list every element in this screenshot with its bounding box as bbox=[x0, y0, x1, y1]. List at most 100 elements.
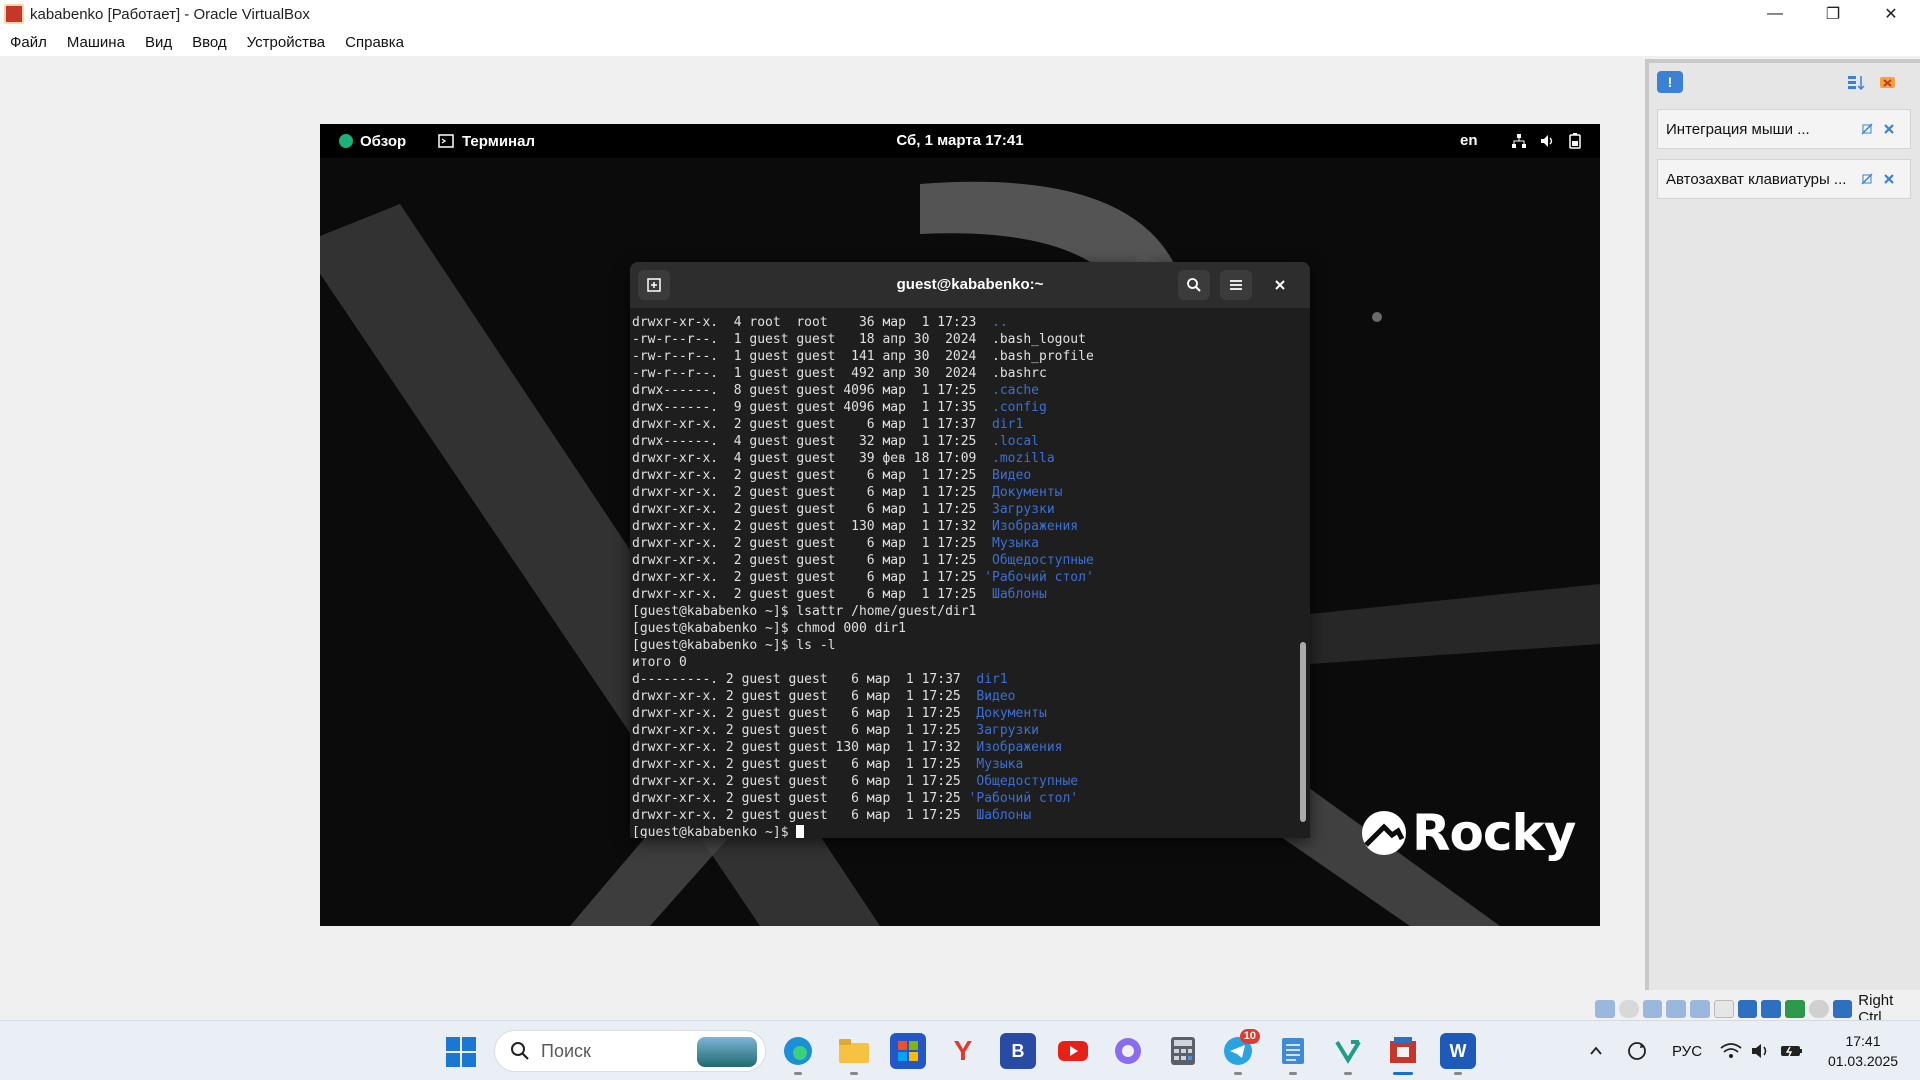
taskbar-store[interactable] bbox=[890, 1033, 926, 1069]
terminal-output[interactable]: drwxr-xr-x. 4 root root 36 мар 1 17:23 .… bbox=[630, 314, 1294, 838]
sort-notifications-icon[interactable] bbox=[1845, 73, 1867, 93]
taskbar-calculator[interactable] bbox=[1165, 1033, 1201, 1069]
cpu-indicator-icon[interactable] bbox=[1785, 1000, 1805, 1018]
terminal-dir-name: Документы bbox=[976, 706, 1047, 721]
close-notification-icon[interactable] bbox=[1878, 119, 1900, 139]
keyboard-layout[interactable]: en bbox=[1460, 124, 1478, 158]
hamburger-menu-icon bbox=[1230, 280, 1242, 290]
volume-icon[interactable] bbox=[1538, 132, 1556, 150]
volume-tray-icon[interactable] bbox=[1750, 1021, 1772, 1080]
terminal-line-text: drwxr-xr-x. 2 guest guest 6 мар 1 17:25 bbox=[632, 553, 993, 568]
taskbar-edge[interactable] bbox=[780, 1033, 816, 1075]
notification-keyboard-capture[interactable]: Автозахват клавиатуры ... bbox=[1657, 159, 1911, 199]
taskbar-virtualbox[interactable] bbox=[1385, 1033, 1421, 1075]
menu-help[interactable]: Справка bbox=[335, 34, 414, 51]
input-language[interactable]: РУС bbox=[1672, 1021, 1702, 1080]
store-icon bbox=[898, 1041, 918, 1061]
dismiss-all-icon[interactable] bbox=[1877, 73, 1899, 93]
terminal-line: drwxr-xr-x. 2 guest guest 6 мар 1 17:25 … bbox=[632, 705, 1294, 722]
close-icon bbox=[1275, 280, 1285, 290]
terminal-line: drwx------. 4 guest guest 32 мар 1 17:25… bbox=[632, 433, 1294, 450]
terminal-dir-name: Музыка bbox=[992, 536, 1039, 551]
terminal-line-text: drwxr-xr-x. 2 guest guest 6 мар 1 17:25 bbox=[632, 536, 993, 551]
terminal-line-text: drwxr-xr-x. 2 guest guest 6 мар 1 17:25 bbox=[632, 791, 969, 806]
minimize-button[interactable]: — bbox=[1746, 0, 1804, 28]
rocky-logo-icon bbox=[1362, 811, 1406, 855]
terminal-line-text: -rw-r--r--. 1 guest guest 492 апр 30 202… bbox=[632, 366, 1047, 381]
restore-button[interactable]: ❐ bbox=[1804, 0, 1862, 28]
show-hidden-icons-button[interactable] bbox=[1588, 1021, 1604, 1080]
usb-icon[interactable] bbox=[1690, 1000, 1710, 1018]
taskbar-youtube[interactable] bbox=[1055, 1033, 1091, 1069]
taskbar-file-explorer[interactable] bbox=[836, 1033, 872, 1075]
wifi-tray-icon[interactable] bbox=[1720, 1021, 1742, 1080]
audio-icon[interactable] bbox=[1642, 1000, 1663, 1018]
network-adapter-icon[interactable] bbox=[1666, 1000, 1686, 1018]
terminal-line-text: drwxr-xr-x. 2 guest guest 6 мар 1 17:25 bbox=[632, 774, 977, 789]
title-bar: kababenko [Работает] - Oracle VirtualBox… bbox=[0, 0, 1920, 28]
notification-label: Автозахват клавиатуры ... bbox=[1666, 170, 1847, 188]
battery-icon[interactable] bbox=[1566, 132, 1584, 150]
terminal-line-text: drwx------. 9 guest guest 4096 мар 1 17:… bbox=[632, 400, 993, 415]
menu-devices[interactable]: Устройства bbox=[237, 34, 335, 51]
terminal-cursor bbox=[796, 825, 805, 838]
terminal-prompt: [guest@kababenko ~]$ bbox=[632, 825, 797, 838]
terminal-scrollbar[interactable] bbox=[1300, 312, 1306, 832]
close-notification-icon[interactable] bbox=[1878, 169, 1900, 189]
terminal-line: drwxr-xr-x. 2 guest guest 6 мар 1 17:37 … bbox=[632, 416, 1294, 433]
network-icon[interactable] bbox=[1510, 132, 1528, 150]
menu-input[interactable]: Ввод bbox=[182, 34, 237, 51]
sync-tray-icon[interactable] bbox=[1626, 1021, 1648, 1080]
host-key-icon[interactable] bbox=[1832, 1000, 1853, 1018]
taskbar-word[interactable]: W bbox=[1440, 1033, 1476, 1075]
terminal-line-text: drwxr-xr-x. 2 guest guest 6 мар 1 17:25 bbox=[632, 468, 993, 483]
taskbar-notepad[interactable] bbox=[1275, 1033, 1311, 1075]
menu-view[interactable]: Вид bbox=[135, 34, 182, 51]
mouse-integration-icon[interactable] bbox=[1808, 1000, 1829, 1018]
taskbar-vscode[interactable] bbox=[1330, 1033, 1366, 1075]
terminal-line: drwxr-xr-x. 4 guest guest 39 фев 18 17:0… bbox=[632, 450, 1294, 467]
terminal-line-text: drwxr-xr-x. 4 root root 36 мар 1 17:23 bbox=[632, 315, 993, 330]
new-tab-button[interactable] bbox=[638, 270, 670, 300]
app-menu-terminal[interactable]: Терминал bbox=[438, 124, 535, 158]
do-not-show-again-icon[interactable] bbox=[1856, 119, 1878, 139]
terminal-dir-name: .mozilla bbox=[992, 451, 1055, 466]
terminal-line-text: drwxr-xr-x. 2 guest guest 6 мар 1 17:25 bbox=[632, 808, 977, 823]
clock-time: 17:41 bbox=[1845, 1033, 1881, 1049]
sync-icon bbox=[1628, 1042, 1646, 1060]
terminal-line: drwx------. 9 guest guest 4096 мар 1 17:… bbox=[632, 399, 1294, 416]
start-button[interactable] bbox=[446, 1037, 476, 1067]
terminal-icon bbox=[438, 134, 454, 148]
terminal-line-text: -rw-r--r--. 1 guest guest 141 апр 30 202… bbox=[632, 349, 1094, 364]
display-icon[interactable] bbox=[1737, 1000, 1758, 1018]
notification-icon[interactable]: ! bbox=[1657, 71, 1683, 93]
battery-tray-icon[interactable] bbox=[1780, 1021, 1804, 1080]
do-not-show-again-icon[interactable] bbox=[1856, 169, 1878, 189]
terminal-window[interactable]: guest@kababenko:~ drwxr-xr-x. 4 root roo… bbox=[630, 262, 1310, 838]
terminal-close-button[interactable] bbox=[1264, 270, 1296, 300]
menu-file[interactable]: Файл bbox=[0, 34, 57, 51]
terminal-line-text: drwx------. 8 guest guest 4096 мар 1 17:… bbox=[632, 383, 993, 398]
menu-machine[interactable]: Машина bbox=[57, 34, 135, 51]
system-clock[interactable]: 17:41 01.03.2025 bbox=[1818, 1031, 1908, 1071]
activities-button[interactable]: Обзор bbox=[338, 124, 406, 158]
taskbar-search[interactable]: Поиск bbox=[494, 1030, 766, 1072]
optical-drive-icon[interactable] bbox=[1618, 1000, 1639, 1018]
terminal-dir-name: dir1 bbox=[992, 417, 1024, 432]
shared-folders-icon[interactable] bbox=[1713, 1000, 1734, 1018]
terminal-menu-button[interactable] bbox=[1220, 270, 1252, 300]
search-highlight-image bbox=[697, 1037, 757, 1067]
close-button[interactable]: ✕ bbox=[1862, 0, 1920, 28]
hard-disk-icon[interactable] bbox=[1595, 1000, 1615, 1018]
guest-screen[interactable]: Обзор Терминал Сб, 1 марта 17:41 en Rock… bbox=[320, 124, 1600, 926]
terminal-line: drwxr-xr-x. 2 guest guest 6 мар 1 17:25 … bbox=[632, 467, 1294, 484]
taskbar-yandex-browser[interactable]: Y bbox=[945, 1033, 981, 1069]
notification-mouse-integration[interactable]: Интеграция мыши ... bbox=[1657, 109, 1911, 149]
taskbar-telegram[interactable]: 10 bbox=[1220, 1029, 1260, 1075]
terminal-search-button[interactable] bbox=[1178, 270, 1210, 300]
scrollbar-thumb[interactable] bbox=[1300, 642, 1306, 822]
terminal-prompt-line[interactable]: [guest@kababenko ~]$ bbox=[632, 824, 1294, 838]
taskbar-copilot[interactable] bbox=[1110, 1033, 1146, 1069]
recording-icon[interactable] bbox=[1761, 1000, 1782, 1018]
taskbar-app-b[interactable]: B bbox=[1000, 1033, 1036, 1069]
